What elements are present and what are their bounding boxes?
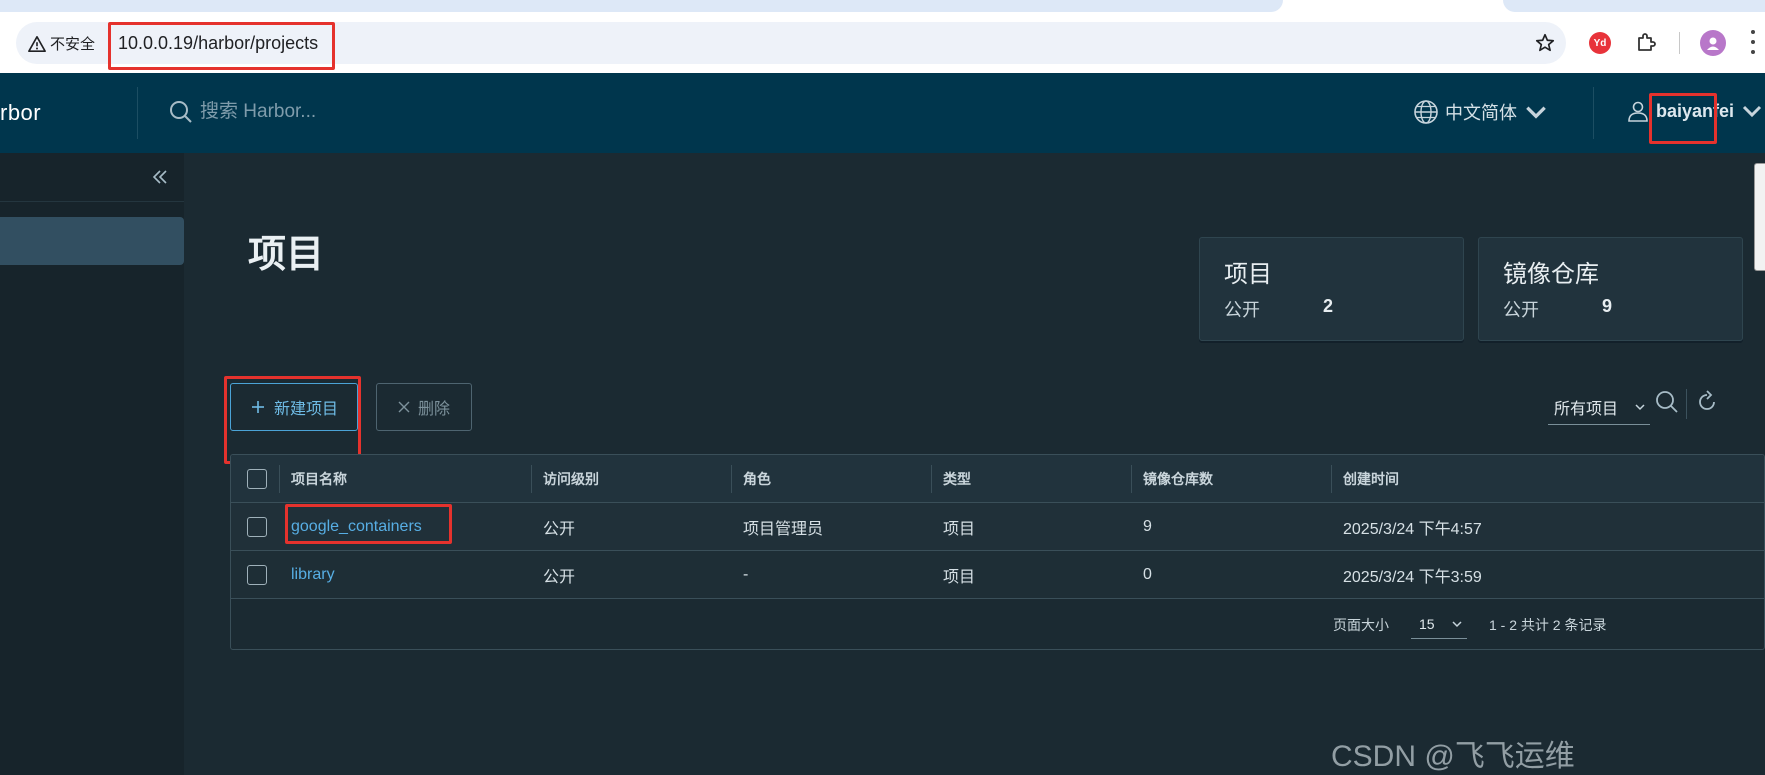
table-row[interactable]: google_containers 公开 项目管理员 项目 9 2025/3/2… [231,503,1764,551]
column-header-type[interactable]: 类型 [943,455,971,502]
column-header-repo-count[interactable]: 镜像仓库数 [1143,455,1213,502]
close-icon [398,401,410,413]
side-panel-tab[interactable] [1754,163,1765,271]
url-highlight-box [108,22,335,70]
search-input[interactable] [200,101,440,123]
browser-menu-icon[interactable] [1750,30,1756,54]
filter-label: 所有项目 [1554,400,1619,418]
sidebar [0,153,184,775]
new-project-highlight-box [224,376,361,464]
stat-label: 公开 [1503,300,1539,320]
toolbar-divider [1686,389,1687,419]
column-header-name[interactable]: 项目名称 [291,455,347,502]
brand-name[interactable]: rbor [0,100,41,126]
header-divider [137,87,138,139]
column-divider [731,465,732,493]
stat-label: 公开 [1224,300,1260,320]
globe-icon [1414,100,1438,124]
page-size-value: 15 [1419,615,1435,632]
search-icon [170,101,192,123]
project-filter-select[interactable]: 所有项目 [1548,389,1650,425]
sidebar-item-projects[interactable] [0,217,184,265]
bookmark-star-icon[interactable] [1534,32,1556,54]
stat-value: 9 [1602,296,1613,316]
browser-chrome: 不安全 10.0.0.19/harbor/projects Yd [0,0,1765,73]
extensions-icon[interactable] [1634,30,1658,54]
warning-icon [28,35,46,52]
stat-title: 项目 [1224,261,1272,288]
delete-label: 删除 [417,401,450,418]
tab-strip-right [1503,0,1765,12]
header-divider [1593,87,1594,139]
stat-title: 镜像仓库 [1503,261,1599,288]
chevron-down-icon [1635,403,1645,410]
access-level: 公开 [543,520,576,538]
stat-value: 2 [1323,296,1334,316]
row-checkbox[interactable] [247,565,267,585]
column-divider [531,465,532,493]
chevron-down-icon [1742,105,1762,118]
delete-button[interactable]: 删除 [376,383,472,431]
profile-icon [1707,37,1719,50]
page-size-select[interactable]: 15 [1411,609,1467,639]
creation-time: 2025/3/24 下午4:57 [1343,520,1482,538]
tab-strip [0,0,1283,12]
role: 项目管理员 [743,520,824,538]
watermark: CSDN @飞飞运维 [1331,740,1575,773]
pagination-summary: 1 - 2 共计 2 条记录 [1489,617,1607,633]
column-divider [931,465,932,493]
security-chip[interactable]: 不安全 [28,33,95,54]
type: 项目 [943,520,976,538]
sidebar-divider [0,201,184,202]
type: 项目 [943,568,976,586]
access-level: 公开 [543,568,576,586]
table-footer: 页面大小 15 1 - 2 共计 2 条记录 [231,599,1764,649]
main-content: 项目 项目 公开 2 镜像仓库 公开 9 新建项目 删除 所有项目 项目名称 访… [184,153,1765,775]
stat-card-repositories: 镜像仓库 公开 9 [1478,237,1743,341]
refresh-icon[interactable] [1694,389,1720,415]
projects-table: 项目名称 访问级别 角色 类型 镜像仓库数 创建时间 google_contai… [230,454,1765,650]
row-checkbox[interactable] [247,517,267,537]
column-divider [279,465,280,493]
column-divider [1131,465,1132,493]
page-title: 项目 [248,234,325,276]
role: - [743,565,749,583]
chevron-down-icon [1526,106,1546,119]
chevron-down-icon [1452,620,1462,627]
project-name-link[interactable]: library [291,551,335,598]
table-header: 项目名称 访问级别 角色 类型 镜像仓库数 创建时间 [231,455,1764,503]
project-name-highlight-box [285,504,452,544]
profile-avatar[interactable] [1700,30,1726,56]
security-label: 不安全 [50,36,96,53]
repo-count: 0 [1143,565,1152,583]
repo-count: 9 [1143,517,1152,535]
table-row[interactable]: library 公开 - 项目 0 2025/3/24 下午3:59 [231,551,1764,599]
user-icon [1628,101,1648,122]
youdao-extension-icon[interactable]: Yd [1589,32,1611,54]
language-label: 中文简体 [1445,103,1517,123]
username-highlight-box [1649,93,1717,144]
column-header-access[interactable]: 访问级别 [543,455,599,502]
creation-time: 2025/3/24 下午3:59 [1343,568,1482,586]
stat-card-projects: 项目 公开 2 [1199,237,1464,341]
collapse-sidebar-icon[interactable] [150,167,170,187]
page-size-label: 页面大小 [1333,617,1389,633]
column-divider [1331,465,1332,493]
column-header-created[interactable]: 创建时间 [1343,455,1399,502]
language-switcher[interactable]: 中文简体 [1413,99,1549,125]
column-header-role[interactable]: 角色 [743,455,771,502]
app-header: rbor 中文简体 baiyanfei [0,73,1765,153]
toolbar-divider [1679,32,1680,54]
search-icon[interactable] [1654,389,1680,415]
global-search[interactable] [168,99,440,125]
select-all-checkbox[interactable] [247,469,267,489]
